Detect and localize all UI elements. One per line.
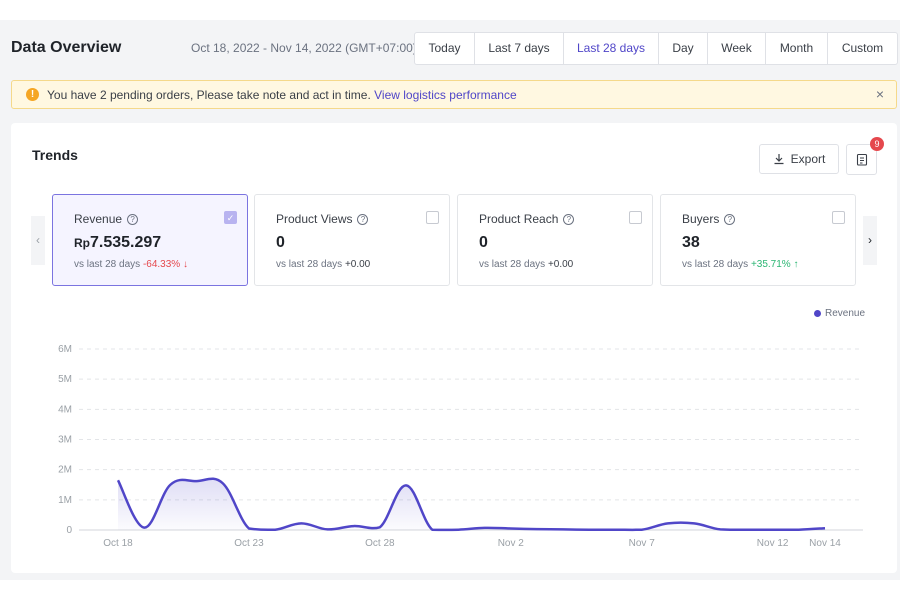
trends-card: Trends Export 9 ‹ › Revenue ? ✓ Rp7.535.… [11, 123, 897, 573]
revenue-data-point[interactable] [583, 524, 595, 536]
x-tick-label: Oct 18 [103, 538, 133, 549]
y-tick-label: 0 [66, 525, 72, 536]
revenue-data-point[interactable] [557, 523, 569, 535]
tab-today[interactable]: Today [415, 33, 475, 64]
revenue-data-point[interactable] [269, 524, 281, 536]
x-tick-label: Nov 2 [498, 538, 525, 549]
revenue-data-point[interactable] [610, 524, 622, 536]
header: Data Overview Oct 18, 2022 - Nov 14, 202… [0, 20, 900, 78]
tab-custom[interactable]: Custom [828, 33, 897, 64]
view-logistics-link[interactable]: View logistics performance [374, 88, 517, 102]
close-icon[interactable]: × [876, 86, 884, 102]
x-tick-label: Oct 28 [365, 538, 395, 549]
revenue-data-point[interactable] [191, 475, 203, 487]
revenue-data-point[interactable] [662, 517, 674, 529]
revenue-data-point[interactable] [321, 523, 333, 535]
y-tick-label: 4M [58, 404, 72, 415]
page-title: Data Overview [11, 39, 122, 56]
revenue-data-point[interactable] [688, 517, 700, 529]
revenue-data-point[interactable] [479, 522, 491, 534]
revenue-data-point[interactable] [374, 521, 386, 533]
revenue-data-point[interactable] [714, 523, 726, 535]
revenue-data-point[interactable] [767, 524, 779, 536]
page: Data Overview Oct 18, 2022 - Nov 14, 202… [0, 20, 900, 580]
x-tick-label: Oct 23 [234, 538, 264, 549]
revenue-data-point[interactable] [243, 522, 255, 534]
revenue-data-point[interactable] [295, 517, 307, 529]
revenue-data-point[interactable] [793, 524, 805, 536]
x-tick-label: Nov 12 [757, 538, 789, 549]
revenue-data-point[interactable] [348, 520, 360, 532]
revenue-data-point[interactable] [112, 474, 124, 486]
y-tick-label: 1M [58, 495, 72, 506]
y-tick-label: 5M [58, 374, 72, 385]
date-range[interactable]: Oct 18, 2022 - Nov 14, 2022 (GMT+07:00) [191, 41, 417, 55]
revenue-data-point[interactable] [740, 524, 752, 536]
warning-icon: ! [26, 88, 39, 101]
y-tick-label: 6M [58, 344, 72, 355]
tab-month[interactable]: Month [766, 33, 828, 64]
revenue-trend-chart: 0 1M 2M 3M 4M 5M 6M Oct 18 Oct 23 Oct 28 Nov 2 Nov … [58, 344, 863, 549]
revenue-data-point[interactable] [452, 524, 464, 536]
revenue-data-point[interactable] [138, 522, 150, 534]
y-tick-label: 3M [58, 435, 72, 446]
notice-message: You have 2 pending orders, Please take n… [47, 88, 371, 102]
revenue-data-point[interactable] [217, 477, 229, 489]
revenue-data-point[interactable] [400, 479, 412, 491]
revenue-data-point[interactable] [164, 479, 176, 491]
tab-last-7-days[interactable]: Last 7 days [475, 33, 564, 64]
revenue-data-point[interactable] [636, 524, 648, 536]
pending-orders-notice: ! You have 2 pending orders, Please take… [11, 80, 897, 109]
range-tabs: Today Last 7 days Last 28 days Day Week … [414, 32, 898, 65]
revenue-data-point[interactable] [505, 522, 517, 534]
x-tick-label: Nov 7 [629, 538, 656, 549]
tab-week[interactable]: Week [708, 33, 766, 64]
revenue-data-point[interactable] [426, 524, 438, 536]
tab-last-28-days[interactable]: Last 28 days [564, 33, 659, 64]
tab-day[interactable]: Day [659, 33, 708, 64]
revenue-data-point[interactable] [531, 523, 543, 535]
x-tick-label: Nov 14 [809, 538, 841, 549]
revenue-data-point[interactable] [819, 522, 831, 534]
y-tick-label: 2M [58, 465, 72, 476]
notice-text: You have 2 pending orders, Please take n… [47, 88, 517, 102]
